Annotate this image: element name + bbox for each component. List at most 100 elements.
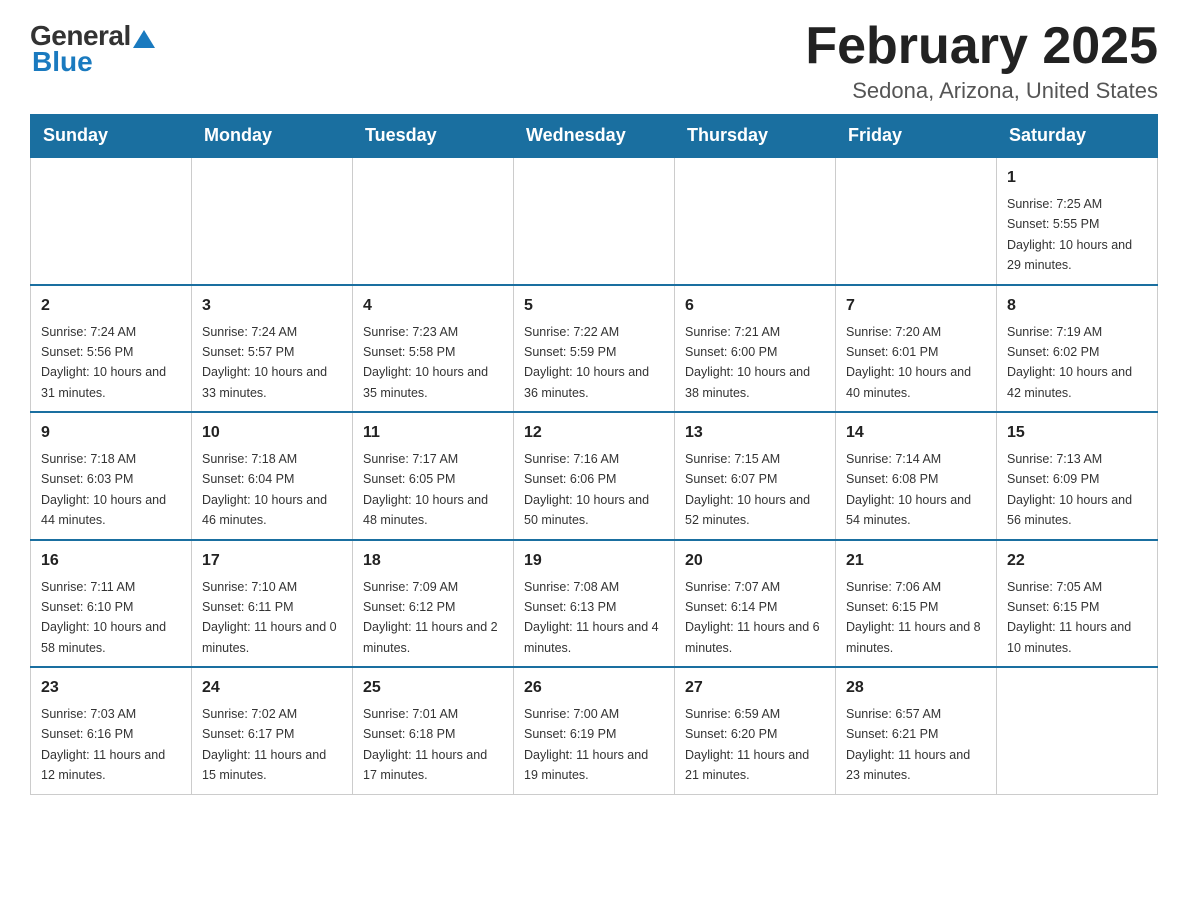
day-info: Sunrise: 7:25 AMSunset: 5:55 PMDaylight:…: [1007, 197, 1132, 272]
day-info: Sunrise: 6:57 AMSunset: 6:21 PMDaylight:…: [846, 707, 970, 782]
table-row: [836, 157, 997, 285]
day-info: Sunrise: 7:23 AMSunset: 5:58 PMDaylight:…: [363, 325, 488, 400]
day-number: 4: [363, 294, 503, 318]
col-header-tuesday: Tuesday: [353, 115, 514, 158]
day-info: Sunrise: 7:21 AMSunset: 6:00 PMDaylight:…: [685, 325, 810, 400]
col-header-monday: Monday: [192, 115, 353, 158]
table-row: 14 Sunrise: 7:14 AMSunset: 6:08 PMDayligh…: [836, 412, 997, 540]
day-info: Sunrise: 7:03 AMSunset: 6:16 PMDaylight:…: [41, 707, 165, 782]
day-number: 12: [524, 421, 664, 445]
day-number: 5: [524, 294, 664, 318]
table-row: 3 Sunrise: 7:24 AMSunset: 5:57 PMDaylight…: [192, 285, 353, 413]
table-row: 13 Sunrise: 7:15 AMSunset: 6:07 PMDayligh…: [675, 412, 836, 540]
day-number: 10: [202, 421, 342, 445]
table-row: 26 Sunrise: 7:00 AMSunset: 6:19 PMDayligh…: [514, 667, 675, 794]
day-info: Sunrise: 7:07 AMSunset: 6:14 PMDaylight:…: [685, 580, 820, 655]
table-row: 5 Sunrise: 7:22 AMSunset: 5:59 PMDaylight…: [514, 285, 675, 413]
table-row: [192, 157, 353, 285]
day-number: 18: [363, 549, 503, 573]
day-info: Sunrise: 7:14 AMSunset: 6:08 PMDaylight:…: [846, 452, 971, 527]
table-row: [675, 157, 836, 285]
calendar-week-row: 9 Sunrise: 7:18 AMSunset: 6:03 PMDaylight…: [31, 412, 1158, 540]
table-row: [514, 157, 675, 285]
day-number: 7: [846, 294, 986, 318]
day-number: 1: [1007, 166, 1147, 190]
table-row: 18Sunrise: 7:09 AMSunset: 6:12 PMDayligh…: [353, 540, 514, 668]
day-info: Sunrise: 7:19 AMSunset: 6:02 PMDaylight:…: [1007, 325, 1132, 400]
day-number: 6: [685, 294, 825, 318]
day-number: 24: [202, 676, 342, 700]
day-number: 9: [41, 421, 181, 445]
col-header-sunday: Sunday: [31, 115, 192, 158]
calendar-week-row: 23 Sunrise: 7:03 AMSunset: 6:16 PMDayligh…: [31, 667, 1158, 794]
calendar-week-row: 1 Sunrise: 7:25 AMSunset: 5:55 PMDaylight…: [31, 157, 1158, 285]
day-number: 17: [202, 549, 342, 573]
table-row: 24 Sunrise: 7:02 AMSunset: 6:17 PMDayligh…: [192, 667, 353, 794]
day-number: 2: [41, 294, 181, 318]
day-info: Sunrise: 7:18 AMSunset: 6:04 PMDaylight:…: [202, 452, 327, 527]
day-number: 8: [1007, 294, 1147, 318]
day-info: Sunrise: 7:13 AMSunset: 6:09 PMDaylight:…: [1007, 452, 1132, 527]
day-info: Sunrise: 7:08 AMSunset: 6:13 PMDaylight:…: [524, 580, 659, 655]
table-row: 28 Sunrise: 6:57 AMSunset: 6:21 PMDayligh…: [836, 667, 997, 794]
col-header-saturday: Saturday: [997, 115, 1158, 158]
calendar-table: Sunday Monday Tuesday Wednesday Thursday…: [30, 114, 1158, 795]
table-row: 19Sunrise: 7:08 AMSunset: 6:13 PMDayligh…: [514, 540, 675, 668]
day-number: 13: [685, 421, 825, 445]
day-info: Sunrise: 7:06 AMSunset: 6:15 PMDaylight:…: [846, 580, 981, 655]
calendar-week-row: 2Sunrise: 7:24 AMSunset: 5:56 PMDaylight…: [31, 285, 1158, 413]
table-row: 25 Sunrise: 7:01 AMSunset: 6:18 PMDayligh…: [353, 667, 514, 794]
table-row: 12Sunrise: 7:16 AMSunset: 6:06 PMDayligh…: [514, 412, 675, 540]
day-number: 11: [363, 421, 503, 445]
day-info: Sunrise: 7:05 AMSunset: 6:15 PMDaylight:…: [1007, 580, 1131, 655]
day-info: Sunrise: 7:24 AMSunset: 5:57 PMDaylight:…: [202, 325, 327, 400]
logo-blue-text: Blue: [32, 48, 93, 76]
table-row: 21 Sunrise: 7:06 AMSunset: 6:15 PMDayligh…: [836, 540, 997, 668]
day-info: Sunrise: 7:00 AMSunset: 6:19 PMDaylight:…: [524, 707, 648, 782]
calendar-week-row: 16 Sunrise: 7:11 AMSunset: 6:10 PMDayligh…: [31, 540, 1158, 668]
table-row: 10 Sunrise: 7:18 AMSunset: 6:04 PMDayligh…: [192, 412, 353, 540]
table-row: 9 Sunrise: 7:18 AMSunset: 6:03 PMDaylight…: [31, 412, 192, 540]
day-number: 28: [846, 676, 986, 700]
table-row: [353, 157, 514, 285]
day-info: Sunrise: 7:02 AMSunset: 6:17 PMDaylight:…: [202, 707, 326, 782]
table-row: 17 Sunrise: 7:10 AMSunset: 6:11 PMDayligh…: [192, 540, 353, 668]
table-row: 15 Sunrise: 7:13 AMSunset: 6:09 PMDayligh…: [997, 412, 1158, 540]
table-row: 6 Sunrise: 7:21 AMSunset: 6:00 PMDaylight…: [675, 285, 836, 413]
logo: General Blue: [30, 20, 157, 76]
title-block: February 2025 Sedona, Arizona, United St…: [805, 20, 1158, 104]
table-row: 1 Sunrise: 7:25 AMSunset: 5:55 PMDaylight…: [997, 157, 1158, 285]
page-header: General Blue February 2025 Sedona, Arizo…: [30, 20, 1158, 104]
day-number: 14: [846, 421, 986, 445]
day-number: 3: [202, 294, 342, 318]
table-row: [997, 667, 1158, 794]
day-info: Sunrise: 7:20 AMSunset: 6:01 PMDaylight:…: [846, 325, 971, 400]
col-header-friday: Friday: [836, 115, 997, 158]
day-info: Sunrise: 7:17 AMSunset: 6:05 PMDaylight:…: [363, 452, 488, 527]
table-row: 23 Sunrise: 7:03 AMSunset: 6:16 PMDayligh…: [31, 667, 192, 794]
table-row: 16 Sunrise: 7:11 AMSunset: 6:10 PMDayligh…: [31, 540, 192, 668]
day-info: Sunrise: 7:18 AMSunset: 6:03 PMDaylight:…: [41, 452, 166, 527]
day-number: 23: [41, 676, 181, 700]
day-number: 25: [363, 676, 503, 700]
day-number: 16: [41, 549, 181, 573]
day-info: Sunrise: 7:10 AMSunset: 6:11 PMDaylight:…: [202, 580, 337, 655]
logo-triangle-icon: [133, 30, 155, 48]
table-row: 20Sunrise: 7:07 AMSunset: 6:14 PMDayligh…: [675, 540, 836, 668]
calendar-header-row: Sunday Monday Tuesday Wednesday Thursday…: [31, 115, 1158, 158]
day-number: 15: [1007, 421, 1147, 445]
table-row: 22 Sunrise: 7:05 AMSunset: 6:15 PMDayligh…: [997, 540, 1158, 668]
table-row: 4 Sunrise: 7:23 AMSunset: 5:58 PMDaylight…: [353, 285, 514, 413]
table-row: [31, 157, 192, 285]
table-row: 2Sunrise: 7:24 AMSunset: 5:56 PMDaylight…: [31, 285, 192, 413]
table-row: 7 Sunrise: 7:20 AMSunset: 6:01 PMDaylight…: [836, 285, 997, 413]
day-number: 26: [524, 676, 664, 700]
day-number: 27: [685, 676, 825, 700]
day-info: Sunrise: 7:22 AMSunset: 5:59 PMDaylight:…: [524, 325, 649, 400]
calendar-title: February 2025: [805, 20, 1158, 72]
day-info: Sunrise: 7:15 AMSunset: 6:07 PMDaylight:…: [685, 452, 810, 527]
day-number: 22: [1007, 549, 1147, 573]
day-info: Sunrise: 7:01 AMSunset: 6:18 PMDaylight:…: [363, 707, 487, 782]
day-info: Sunrise: 7:11 AMSunset: 6:10 PMDaylight:…: [41, 580, 166, 655]
day-number: 21: [846, 549, 986, 573]
